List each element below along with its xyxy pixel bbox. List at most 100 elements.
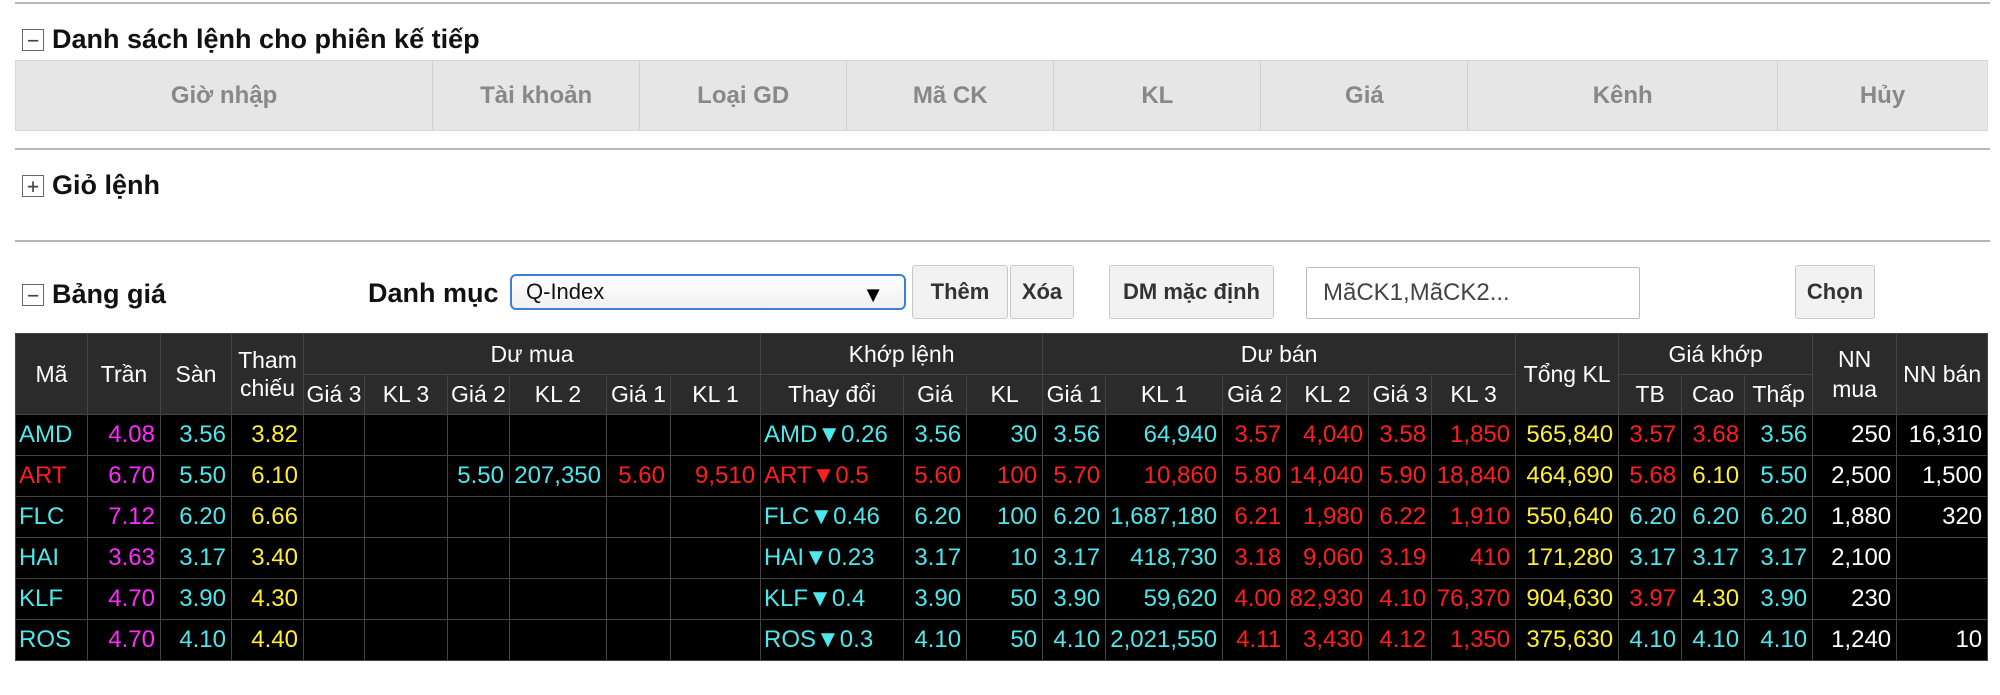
header-thap: Thấp <box>1744 374 1814 415</box>
cell-sk2: 4,040 <box>1286 414 1370 456</box>
table-row[interactable]: ROS 4.70 4.10 4.40 ROS▼0.3 4.10 50 4.10 2,021,55… <box>15 619 1989 661</box>
cell-sg1: 4.10 <box>1042 619 1107 661</box>
header-nn-mua: NN mua <box>1812 333 1898 415</box>
cell-nnb <box>1896 578 1989 620</box>
col-loai-gd[interactable]: Loại GD <box>640 61 848 130</box>
cell-tkl: 565,840 <box>1515 414 1620 456</box>
cell-tran: 4.70 <box>87 619 161 661</box>
header-tran: Trần <box>87 333 161 415</box>
dropdown-arrow-icon[interactable]: ▼ <box>862 282 884 308</box>
cell-bg3 <box>303 455 365 497</box>
cell-bg3 <box>303 578 365 620</box>
cell-sk3: 76,370 <box>1431 578 1517 620</box>
cell-nnm: 250 <box>1812 414 1898 456</box>
cell-sg1: 6.20 <box>1042 496 1107 538</box>
cell-tb: 4.10 <box>1618 619 1683 661</box>
col-kl[interactable]: KL <box>1054 61 1262 130</box>
cell-chg: HAI▼0.23 <box>760 537 905 579</box>
cell-bk2 <box>509 537 607 579</box>
cell-thap: 4.10 <box>1744 619 1814 661</box>
cell-ma: KLF <box>15 578 88 620</box>
cell-ma: HAI <box>15 537 88 579</box>
cell-thap: 6.20 <box>1744 496 1814 538</box>
col-tai-khoan[interactable]: Tài khoản <box>433 61 641 130</box>
header-sell-kl3: KL 3 <box>1431 374 1517 415</box>
cell-san: 5.50 <box>160 455 232 497</box>
collapse-icon[interactable]: − <box>22 283 44 306</box>
cell-kl: 10 <box>966 537 1044 579</box>
cell-sg1: 3.90 <box>1042 578 1107 620</box>
delete-button[interactable]: Xóa <box>1010 265 1074 319</box>
cell-bg2: 5.50 <box>447 455 510 497</box>
choose-button[interactable]: Chọn <box>1795 265 1875 319</box>
header-thay-doi: Thay đổi <box>760 374 905 415</box>
cell-tkl: 550,640 <box>1515 496 1620 538</box>
col-ma-ck[interactable]: Mã CK <box>847 61 1055 130</box>
add-button[interactable]: Thêm <box>912 265 1008 319</box>
cell-nnm: 2,500 <box>1812 455 1898 497</box>
cell-sg2: 5.80 <box>1222 455 1288 497</box>
cell-sg3: 3.19 <box>1368 537 1433 579</box>
cell-bk1 <box>669 537 762 579</box>
cell-ma: FLC <box>15 496 88 538</box>
cart-title: Giỏ lệnh <box>52 170 160 200</box>
default-list-button[interactable]: DM mặc định <box>1109 265 1274 319</box>
cell-ma: ART <box>15 455 88 497</box>
cell-bg3 <box>303 496 365 538</box>
cell-tran: 3.63 <box>87 537 161 579</box>
cell-gia: 3.17 <box>903 537 968 579</box>
cell-sg2: 4.00 <box>1222 578 1288 620</box>
cell-thap: 3.90 <box>1744 578 1814 620</box>
cell-san: 6.20 <box>160 496 232 538</box>
cell-sk2: 82,930 <box>1286 578 1370 620</box>
cell-sg3: 3.58 <box>1368 414 1433 456</box>
header-nn-ban: NN bán <box>1896 333 1989 415</box>
col-gio-nhap[interactable]: Giờ nhập <box>16 61 434 130</box>
cell-ma: ROS <box>15 619 88 661</box>
table-row[interactable]: ART 6.70 5.50 6.10 5.50 207,350 5.60 9,510 ART▼0… <box>15 455 1989 497</box>
cell-tb: 3.57 <box>1618 414 1683 456</box>
cell-bg2 <box>447 496 510 538</box>
symbols-input[interactable] <box>1306 267 1640 319</box>
cell-sk1: 59,620 <box>1105 578 1224 620</box>
table-row[interactable]: HAI 3.63 3.17 3.40 HAI▼0.23 3.17 10 3.17 418,730… <box>15 537 1989 579</box>
col-huy[interactable]: Hủy <box>1778 61 1987 130</box>
pending-orders-header: − Danh sách lệnh cho phiên kế tiếp <box>22 24 480 55</box>
table-row[interactable]: KLF 4.70 3.90 4.30 KLF▼0.4 3.90 50 3.90 59,620 4.… <box>15 578 1989 620</box>
cell-bg1 <box>606 414 671 456</box>
header-buy-gia3: Giá 3 <box>303 374 365 415</box>
cell-sk1: 418,730 <box>1105 537 1224 579</box>
cell-sk1: 1,687,180 <box>1105 496 1224 538</box>
cell-sk3: 1,850 <box>1431 414 1517 456</box>
cell-bg1 <box>606 578 671 620</box>
cell-san: 4.10 <box>160 619 232 661</box>
header-buy-gia1: Giá 1 <box>606 374 671 415</box>
category-select[interactable]: Q-Index ▼ <box>510 274 906 310</box>
cell-tkl: 171,280 <box>1515 537 1620 579</box>
table-row[interactable]: FLC 7.12 6.20 6.66 FLC▼0.46 6.20 100 6.20 1,687,… <box>15 496 1989 538</box>
cell-sk2: 14,040 <box>1286 455 1370 497</box>
header-sell-kl2: KL 2 <box>1286 374 1370 415</box>
cell-sg1: 3.56 <box>1042 414 1107 456</box>
header-tong-kl: Tổng KL <box>1515 333 1620 415</box>
cell-bk1 <box>669 414 762 456</box>
expand-icon[interactable]: + <box>22 174 44 197</box>
cell-nnm: 1,880 <box>1812 496 1898 538</box>
header-buy-kl3: KL 3 <box>364 374 448 415</box>
cell-kl: 30 <box>966 414 1044 456</box>
table-row[interactable]: AMD 4.08 3.56 3.82 AMD▼0.26 3.56 30 3.56 64,940 3… <box>15 414 1989 456</box>
cell-bg1 <box>606 496 671 538</box>
cell-nnm: 1,240 <box>1812 619 1898 661</box>
cell-bk3 <box>364 578 448 620</box>
cell-tkl: 375,630 <box>1515 619 1620 661</box>
price-board-body: AMD 4.08 3.56 3.82 AMD▼0.26 3.56 30 3.56 64,940 3… <box>15 414 1989 661</box>
divider <box>15 240 1990 242</box>
cell-nnb: 16,310 <box>1896 414 1989 456</box>
cell-nnb: 320 <box>1896 496 1989 538</box>
cell-bk3 <box>364 537 448 579</box>
collapse-icon[interactable]: − <box>22 28 44 51</box>
col-kenh[interactable]: Kênh <box>1468 61 1778 130</box>
cart-header: + Giỏ lệnh <box>22 170 160 201</box>
col-gia[interactable]: Giá <box>1261 61 1469 130</box>
cell-bk3 <box>364 496 448 538</box>
